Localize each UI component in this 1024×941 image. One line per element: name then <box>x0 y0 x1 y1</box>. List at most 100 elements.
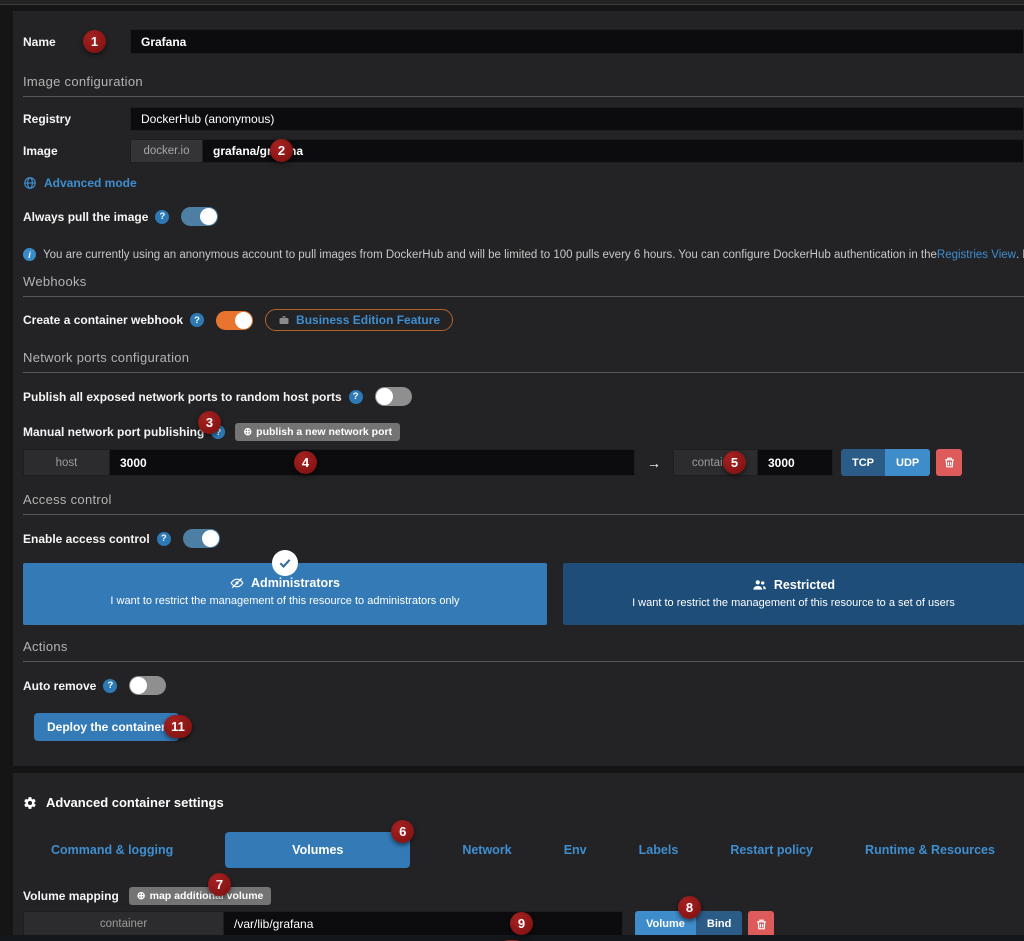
image-label: Image <box>23 144 130 158</box>
step-badge-11: 11 <box>164 715 192 738</box>
container-port-input[interactable] <box>757 449 833 476</box>
registry-select[interactable]: DockerHub (anonymous) <box>130 107 1024 131</box>
tab-env[interactable]: Env <box>564 843 587 857</box>
manual-publish-label: Manual network port publishing <box>23 425 204 439</box>
publish-all-row: Publish all exposed network ports to ran… <box>23 387 1024 406</box>
bind-type-button[interactable]: Bind <box>696 911 742 937</box>
gear-icon <box>23 796 37 810</box>
host-port-input[interactable] <box>109 449 635 476</box>
toggle-knob <box>202 530 219 547</box>
volume-container-addon: container <box>23 911 223 937</box>
restricted-card[interactable]: Restricted I want to restrict the manage… <box>563 563 1024 625</box>
image-row: Image docker.io 2 <box>23 139 1024 163</box>
volume-container-row: container Volume Bind 9 8 <box>23 911 1024 937</box>
pull-limit-notice: i You are currently using an anonymous a… <box>23 248 1024 261</box>
advanced-settings-title-row: Advanced container settings <box>23 795 1024 810</box>
webhook-row: Create a container webhook ? Business Ed… <box>23 309 1024 331</box>
step-badge-8: 8 <box>678 896 701 919</box>
publish-all-toggle[interactable] <box>375 387 412 406</box>
trash-icon <box>943 456 956 469</box>
step-badge-5: 5 <box>723 451 746 474</box>
administrators-description: I want to restrict the management of thi… <box>23 595 547 607</box>
image-registry-addon: docker.io <box>130 139 202 163</box>
step-badge-9: 9 <box>510 912 533 935</box>
registry-row: Registry DockerHub (anonymous) <box>23 107 1024 131</box>
help-icon[interactable]: ? <box>190 313 204 327</box>
deploy-row: Deploy the container 11 <box>34 713 1024 741</box>
advanced-mode-link[interactable]: Advanced mode <box>44 176 137 190</box>
always-pull-toggle[interactable] <box>181 207 218 226</box>
tab-restart-policy[interactable]: Restart policy <box>730 843 813 857</box>
help-icon[interactable]: ? <box>349 390 363 404</box>
toggle-knob <box>130 677 147 694</box>
tcp-button[interactable]: TCP <box>841 449 885 476</box>
globe-icon <box>23 176 37 190</box>
port-mapping-row: host 4 → container 5 TCP UDP <box>23 449 1024 476</box>
settings-tabs: Command & logging Volumes 6 Network Env … <box>23 832 1023 868</box>
advanced-settings-title: Advanced container settings <box>46 795 224 810</box>
eye-slash-icon <box>230 576 244 590</box>
tab-labels[interactable]: Labels <box>639 843 679 857</box>
enable-access-label: Enable access control <box>23 532 150 546</box>
name-label: Name <box>23 35 130 49</box>
trash-icon <box>755 918 768 931</box>
notice-text-2: . Remaining pulls: <box>1016 249 1024 261</box>
advanced-settings-panel: Advanced container settings Command & lo… <box>13 773 1024 941</box>
host-port-addon: host <box>23 449 109 476</box>
registries-view-link[interactable]: Registries View <box>937 249 1016 261</box>
step-badge-1: 1 <box>83 30 106 53</box>
registry-label: Registry <box>23 112 130 126</box>
toggle-knob <box>235 312 252 329</box>
users-icon <box>752 578 767 592</box>
restricted-description: I want to restrict the management of thi… <box>563 597 1024 609</box>
restricted-title: Restricted <box>774 578 835 592</box>
notice-text: You are currently using an anonymous acc… <box>43 249 937 261</box>
administrators-title: Administrators <box>251 576 340 590</box>
top-strip <box>0 0 1024 5</box>
publish-all-label: Publish all exposed network ports to ran… <box>23 390 342 404</box>
delete-port-button[interactable] <box>936 449 962 476</box>
advanced-mode-row: Advanced mode <box>23 176 1024 190</box>
plus-circle-icon: ⊕ <box>243 426 252 438</box>
container-path-input[interactable] <box>223 911 623 937</box>
image-input[interactable] <box>202 139 1024 163</box>
briefcase-icon <box>278 314 290 326</box>
manual-port-row: Manual network port publishing ? ⊕ publi… <box>23 423 1024 441</box>
tab-volumes[interactable]: Volumes 6 <box>225 832 410 868</box>
section-access-control: Access control <box>23 492 1024 515</box>
section-image-configuration: Image configuration <box>23 74 1024 97</box>
tab-runtime-resources[interactable]: Runtime & Resources <box>865 843 995 857</box>
add-port-button-label: publish a new network port <box>256 426 392 438</box>
udp-button[interactable]: UDP <box>885 449 930 476</box>
add-volume-button[interactable]: ⊕ map additional volume <box>129 887 272 905</box>
toggle-knob <box>376 388 393 405</box>
volume-mapping-label: Volume mapping <box>23 889 119 903</box>
container-creation-panel: Name 1 Image configuration Registry Dock… <box>13 11 1024 766</box>
access-control-toggle[interactable] <box>183 529 220 548</box>
business-edition-label: Business Edition Feature <box>296 313 440 327</box>
step-badge-4: 4 <box>294 451 317 474</box>
add-port-button[interactable]: ⊕ publish a new network port <box>235 423 400 441</box>
deploy-button[interactable]: Deploy the container <box>34 713 179 741</box>
tab-volumes-label: Volumes <box>292 843 343 857</box>
auto-remove-toggle[interactable] <box>129 676 166 695</box>
tab-command-logging[interactable]: Command & logging <box>51 843 173 857</box>
step-badge-3: 3 <box>198 411 221 434</box>
toggle-knob <box>200 208 217 225</box>
webhook-label: Create a container webhook <box>23 313 183 327</box>
auto-remove-label: Auto remove <box>23 679 96 693</box>
access-cards: Administrators I want to restrict the ma… <box>23 563 1024 625</box>
step-badge-6: 6 <box>391 820 414 843</box>
business-edition-badge: Business Edition Feature <box>265 309 453 331</box>
always-pull-row: Always pull the image ? <box>23 207 1024 226</box>
help-icon[interactable]: ? <box>103 679 117 693</box>
section-actions: Actions <box>23 639 1024 662</box>
name-input[interactable] <box>130 29 1024 54</box>
delete-volume-button[interactable] <box>748 911 774 937</box>
webhook-toggle[interactable] <box>216 311 253 330</box>
help-icon[interactable]: ? <box>155 210 169 224</box>
tab-network[interactable]: Network <box>462 843 511 857</box>
administrators-card[interactable]: Administrators I want to restrict the ma… <box>23 563 547 625</box>
add-volume-button-label: map additional volume <box>150 890 264 902</box>
help-icon[interactable]: ? <box>157 532 171 546</box>
